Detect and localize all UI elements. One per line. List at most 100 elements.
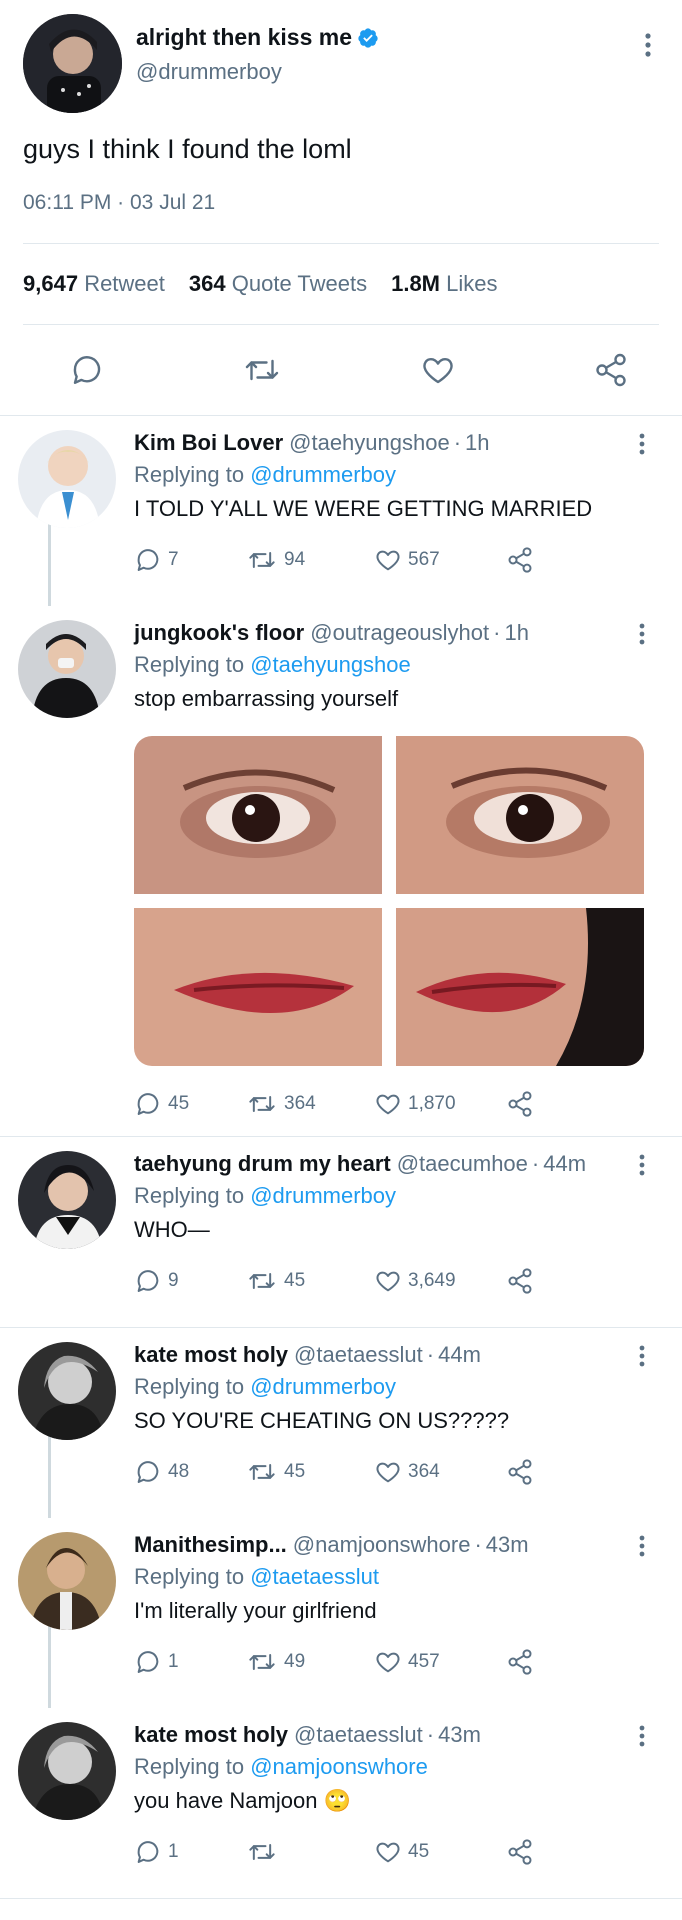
share-button[interactable] [506,1648,534,1676]
retweet-stat[interactable]: 9,647 Retweet [23,271,165,297]
replying-to: Replying to @drummerboy [134,1374,660,1400]
reply-author-handle[interactable]: @outrageouslyhot [310,620,489,646]
verified-badge-icon [357,27,379,49]
reply-avatar[interactable] [18,430,116,528]
reply-author-name[interactable]: Manithesimp... [134,1532,287,1558]
media-image[interactable] [134,908,382,1066]
reply-icon[interactable] [69,352,105,388]
reply-count: 48 [168,1461,190,1482]
reply-author-handle[interactable]: @taetaesslut [294,1342,423,1368]
reply-avatar[interactable] [18,1151,116,1249]
tweet-time: 06:11 PM [23,191,112,214]
reply-avatar[interactable] [18,620,116,718]
like-icon [376,1652,400,1673]
reply-tweet[interactable]: Manithesimp... @namjoonswhore · 43m Repl… [0,1518,682,1708]
reply-author-name[interactable]: jungkook's floor [134,620,304,646]
like-count: 1.8M [391,271,441,296]
media-image[interactable] [396,736,644,894]
more-options-icon[interactable] [638,1153,646,1177]
more-options-icon[interactable] [638,1724,646,1748]
reply-button[interactable]: 1 [134,1838,246,1866]
more-options-icon[interactable] [638,622,646,646]
share-button[interactable] [506,1090,534,1118]
like-button[interactable]: 457 [374,1648,506,1676]
reply-avatar[interactable] [18,1342,116,1440]
replying-to-handle[interactable]: @drummerboy [250,1374,396,1399]
share-button[interactable] [506,546,534,574]
replying-to-handle[interactable]: @namjoonswhore [250,1754,428,1779]
share-icon [508,1459,532,1485]
reply-count: 9 [168,1270,179,1291]
like-stat[interactable]: 1.8M Likes [391,271,497,297]
like-icon [376,1271,400,1292]
reply-button[interactable]: 1 [134,1648,246,1676]
main-tweet-header: alright then kiss me @drummerboy [23,0,659,113]
retweet-button[interactable]: 94 [246,546,374,574]
more-options-icon[interactable] [638,1344,646,1368]
reply-avatar[interactable] [18,1532,116,1630]
more-options-icon[interactable] [638,432,646,456]
media-grid[interactable] [134,736,644,1066]
reply-author-name[interactable]: kate most holy [134,1722,288,1748]
like-icon [376,1462,400,1483]
reply-header: jungkook's floor @outrageouslyhot · 1h [134,620,529,646]
reply-tweet[interactable]: kate most holy @taetaesslut · 43m Replyi… [0,1708,682,1898]
reply-button[interactable]: 9 [134,1267,246,1295]
media-image[interactable] [396,908,644,1066]
replying-to-handle[interactable]: @drummerboy [250,1183,396,1208]
retweet-button[interactable]: 45 [246,1267,374,1295]
author-handle[interactable]: @drummerboy [136,59,659,85]
like-button[interactable]: 45 [374,1838,506,1866]
retweet-count: 94 [284,549,306,570]
reply-tweet[interactable]: kate most holy @taetaesslut · 44m Replyi… [0,1327,682,1518]
tweet-timestamp: 06:11 PM · 03 Jul 21 [23,191,216,214]
reply-button[interactable]: 45 [134,1090,246,1118]
author-name[interactable]: alright then kiss me [136,24,352,51]
like-icon[interactable] [420,352,456,388]
reply-author-handle[interactable]: @taehyungshoe [289,430,450,456]
reply-author-name[interactable]: taehyung drum my heart [134,1151,391,1177]
replying-to-handle[interactable]: @taehyungshoe [250,652,411,677]
reply-button[interactable]: 7 [134,546,246,574]
replying-to-handle[interactable]: @taetaesslut [250,1564,379,1589]
retweet-button[interactable] [246,1838,374,1866]
retweet-icon[interactable] [242,352,282,388]
reply-button[interactable]: 48 [134,1458,246,1486]
share-button[interactable] [506,1267,534,1295]
like-button[interactable]: 364 [374,1458,506,1486]
media-image[interactable] [134,736,382,894]
replying-prefix: Replying to [134,1374,245,1399]
replying-to: Replying to @drummerboy [134,1183,660,1209]
reply-tweet[interactable]: taehyung drum my heart @taecumhoe · 44m … [0,1136,682,1327]
like-button[interactable]: 1,870 [374,1090,506,1118]
retweet-button[interactable]: 45 [246,1458,374,1486]
reply-tweet[interactable]: jungkook's floor @outrageouslyhot · 1h R… [0,606,682,1136]
more-options-icon[interactable] [644,32,652,58]
share-icon[interactable] [593,352,629,388]
reply-avatar[interactable] [18,1722,116,1820]
replying-to-handle[interactable]: @drummerboy [250,462,396,487]
reply-text: WHO— [134,1217,210,1242]
reply-author-name[interactable]: Kim Boi Lover [134,430,283,456]
like-button[interactable]: 567 [374,546,506,574]
reply-text: I'm literally your girlfriend [134,1598,377,1623]
reply-tweet[interactable]: Kim Boi Lover @taehyungshoe · 1h Replyin… [0,415,682,606]
reply-author-handle[interactable]: @namjoonswhore [293,1532,471,1558]
reply-icon [137,549,159,571]
quote-stat[interactable]: 364 Quote Tweets [189,271,367,297]
reply-author-handle[interactable]: @taecumhoe [397,1151,528,1177]
reply-author-handle[interactable]: @taetaesslut [294,1722,423,1748]
replying-prefix: Replying to [134,1754,245,1779]
share-button[interactable] [506,1458,534,1486]
replying-to: Replying to @namjoonswhore [134,1754,660,1780]
retweet-button[interactable]: 364 [246,1090,374,1118]
share-icon [508,1839,532,1865]
share-button[interactable] [506,1838,534,1866]
author-avatar[interactable] [23,14,122,113]
reply-text: stop embarrassing yourself [134,686,399,711]
reply-author-name[interactable]: kate most holy [134,1342,288,1368]
quote-label: Quote Tweets [231,271,368,296]
retweet-button[interactable]: 49 [246,1648,374,1676]
more-options-icon[interactable] [638,1534,646,1558]
like-button[interactable]: 3,649 [374,1267,506,1295]
